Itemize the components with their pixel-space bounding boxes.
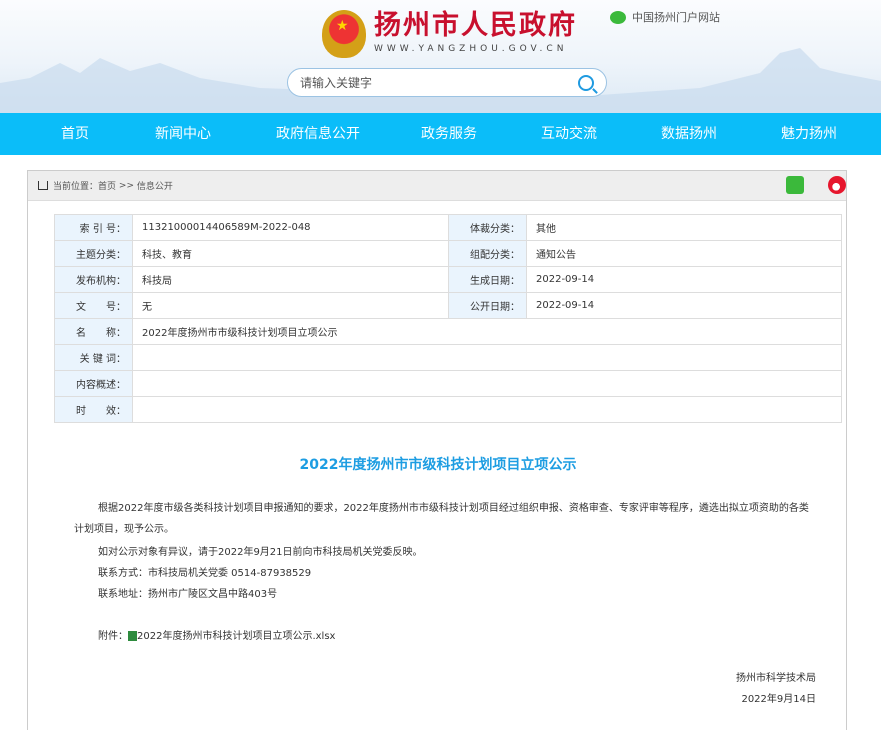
table-row: 名 称： 2022年度扬州市市级科技计划项目立项公示 bbox=[54, 318, 842, 345]
attachment: 附件： 2022年度扬州市科技计划项目立项公示.xlsx bbox=[74, 626, 814, 647]
wechat-share-icon[interactable] bbox=[786, 176, 804, 194]
field-label: 关 键 词： bbox=[54, 344, 133, 371]
home-icon bbox=[38, 181, 48, 190]
paragraph: 联系方式：市科技局机关党委 0514-87938529 bbox=[98, 568, 312, 579]
table-row: 文 号：无公开日期： 2022-09-14 bbox=[54, 292, 842, 319]
table-row: 发布机构： 科技局 生成日期： 2022-09-14 bbox=[54, 266, 842, 293]
excel-file-icon bbox=[128, 631, 137, 641]
field-value: 2022-09-14 bbox=[526, 266, 842, 293]
field-value bbox=[132, 396, 842, 423]
field-value: 2022年度扬州市市级科技计划项目立项公示 bbox=[132, 318, 842, 345]
nav-home[interactable]: 首页 bbox=[61, 113, 89, 155]
wechat-icon bbox=[610, 10, 626, 24]
nav-charm[interactable]: 魅力扬州 bbox=[781, 113, 837, 155]
field-label: 公开日期： bbox=[448, 292, 527, 319]
nav-interaction[interactable]: 互动交流 bbox=[541, 113, 597, 155]
paragraph: 如对公示对象有异议，请于2022年9月21日前向市科技局机关党委反映。 bbox=[98, 547, 423, 558]
field-label: 发布机构： bbox=[54, 266, 133, 293]
site-title: 扬州市人民政府 bbox=[374, 10, 577, 41]
breadcrumb-current[interactable]: 信息公开 bbox=[137, 179, 173, 192]
article-body: 根据2022年度市级各类科技计划项目申报通知的要求，2022年度扬州市市级科技计… bbox=[74, 498, 814, 647]
field-value: 通知公告 bbox=[526, 240, 842, 267]
nav-services[interactable]: 政务服务 bbox=[421, 113, 477, 155]
field-value: 科技局 bbox=[132, 266, 449, 293]
nav-data[interactable]: 数据扬州 bbox=[661, 113, 717, 155]
field-label: 主题分类： bbox=[54, 240, 133, 267]
info-table: 索 引 号： 11321000014406589M-2022-048 体裁分类： 其他… bbox=[54, 214, 842, 423]
sign-date: 2022年9月14日 bbox=[741, 694, 816, 705]
field-label: 时 效： bbox=[54, 396, 133, 423]
field-value: 其他 bbox=[526, 214, 842, 241]
field-value: 2022-09-14 bbox=[526, 292, 842, 319]
main-nav: 首页 新闻中心 政府信息公开 政务服务 互动交流 数据扬州 魅力扬州 bbox=[0, 113, 881, 155]
breadcrumb-home[interactable]: 首页 bbox=[98, 179, 116, 192]
field-label: 名 称： bbox=[54, 318, 133, 345]
table-row: 时 效： bbox=[54, 396, 842, 423]
site-url: WWW.YANGZHOU.GOV.CN bbox=[374, 44, 568, 54]
field-value bbox=[132, 370, 842, 397]
national-emblem-icon bbox=[322, 10, 366, 58]
field-value bbox=[132, 344, 842, 371]
paragraph: 根据2022年度市级各类科技计划项目申报通知的要求，2022年度扬州市市级科技计… bbox=[74, 503, 809, 535]
portal-link-label: 中国扬州门户网站 bbox=[632, 11, 720, 24]
table-row: 索 引 号： 11321000014406589M-2022-048 体裁分类： 其他 bbox=[54, 214, 842, 241]
search-input[interactable]: 请输入关键字 bbox=[287, 68, 607, 97]
field-label: 索 引 号： bbox=[54, 214, 133, 241]
site-header: 扬州市人民政府 WWW.YANGZHOU.GOV.CN 中国扬州门户网站 请输入… bbox=[0, 0, 881, 113]
weibo-share-icon[interactable] bbox=[828, 176, 846, 194]
search-placeholder: 请输入关键字 bbox=[300, 76, 373, 90]
table-row: 主题分类： 科技、教育 组配分类： 通知公告 bbox=[54, 240, 842, 267]
nav-news[interactable]: 新闻中心 bbox=[155, 113, 211, 155]
content-box: 当前位置： 首页 >> 信息公开 索 引 号： 11321000014406589… bbox=[27, 170, 847, 730]
field-value: 无 bbox=[132, 292, 449, 319]
portal-link[interactable]: 中国扬州门户网站 bbox=[610, 9, 720, 25]
field-value: 科技、教育 bbox=[132, 240, 449, 267]
search-icon[interactable] bbox=[578, 74, 594, 91]
breadcrumb: 当前位置： 首页 >> 信息公开 bbox=[28, 171, 846, 201]
field-label: 体裁分类： bbox=[448, 214, 527, 241]
breadcrumb-sep: >> bbox=[118, 180, 134, 191]
field-label: 组配分类： bbox=[448, 240, 527, 267]
attachment-link[interactable]: 2022年度扬州市科技计划项目立项公示.xlsx bbox=[137, 631, 335, 642]
article-title: 2022年度扬州市市级科技计划项目立项公示 bbox=[299, 457, 577, 473]
signer: 扬州市科学技术局 bbox=[736, 673, 816, 684]
breadcrumb-prefix: 当前位置： bbox=[53, 182, 99, 192]
table-row: 关 键 词： bbox=[54, 344, 842, 371]
field-label: 文 号： bbox=[54, 292, 133, 319]
nav-gov-info[interactable]: 政府信息公开 bbox=[276, 113, 360, 155]
table-row: 内容概述： bbox=[54, 370, 842, 397]
attachment-label: 附件： bbox=[98, 631, 128, 642]
site-logo[interactable]: 扬州市人民政府 WWW.YANGZHOU.GOV.CN bbox=[322, 10, 577, 58]
field-label: 内容概述： bbox=[54, 370, 133, 397]
field-value: 11321000014406589M-2022-048 bbox=[132, 214, 449, 241]
field-label: 生成日期： bbox=[448, 266, 527, 293]
paragraph: 联系地址：扬州市广陵区文昌中路403号 bbox=[98, 589, 278, 600]
